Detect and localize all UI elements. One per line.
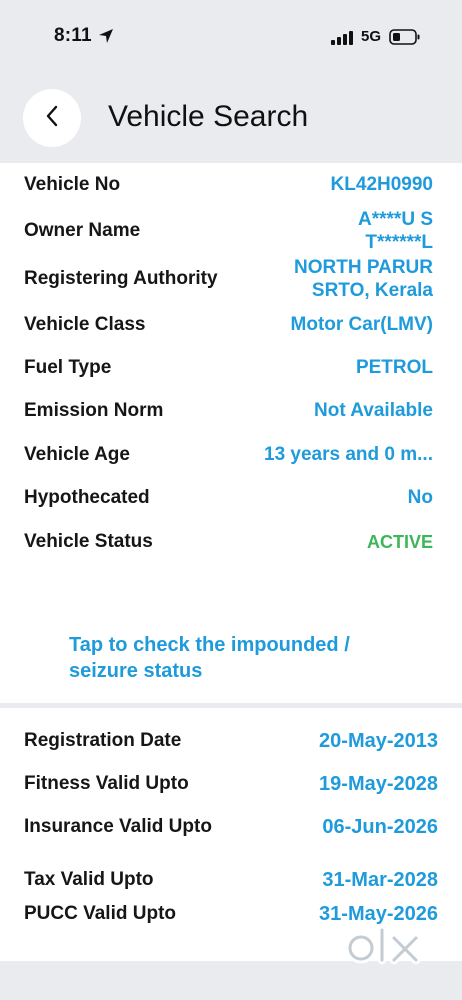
tax-valid-value: 31-Mar-2028 [322, 869, 438, 891]
registering-authority-value: NORTH PARUR SRTO, Kerala [294, 256, 433, 302]
page-title: Vehicle Search [108, 100, 309, 133]
vehicle-status-badge: ACTIVE [366, 532, 433, 552]
fuel-type-value: PETROL [355, 357, 433, 378]
fitness-valid-value: 19-May-2028 [319, 773, 438, 795]
location-arrow-icon [98, 28, 114, 49]
battery-icon [389, 29, 421, 50]
registering-authority-label: Registering Authority [24, 268, 218, 289]
owner-name-line1: A****U S [358, 209, 433, 230]
vehicle-class-label: Vehicle Class [24, 314, 146, 335]
impound-link-line2: seizure status [69, 660, 203, 682]
owner-name-line2: T******L [365, 232, 433, 253]
pucc-valid-value: 31-May-2026 [319, 903, 438, 925]
vehicle-age-label: Vehicle Age [24, 444, 130, 465]
tax-valid-label: Tax Valid Upto [24, 869, 154, 890]
registering-authority-line1: NORTH PARUR [294, 257, 433, 278]
vehicle-age-value: 13 years and 0 m... [264, 444, 433, 465]
vehicle-class-value: Motor Car(LMV) [290, 314, 433, 335]
fitness-valid-label: Fitness Valid Upto [24, 773, 189, 794]
fuel-type-label: Fuel Type [24, 357, 112, 378]
network-type: 5G [361, 28, 382, 45]
chevron-left-icon [45, 105, 59, 132]
owner-name-value: A****U S T******L [358, 208, 433, 254]
status-time: 8:11 [54, 25, 92, 46]
back-button[interactable] [23, 89, 81, 147]
cellular-signal-icon [331, 31, 353, 50]
impound-status-link[interactable]: Tap to check the impounded / seizure sta… [69, 632, 409, 684]
emission-norm-value: Not Available [314, 400, 433, 421]
hypothecated-value: No [407, 487, 433, 508]
impound-link-line1: Tap to check the impounded / [69, 634, 350, 656]
pucc-valid-label: PUCC Valid Upto [24, 903, 177, 924]
registration-date-label: Registration Date [24, 730, 182, 751]
emission-norm-label: Emission Norm [24, 400, 164, 421]
registration-date-value: 20-May-2013 [319, 730, 438, 752]
vehicle-no-label: Vehicle No [24, 174, 121, 195]
vehicle-status-label: Vehicle Status [24, 531, 153, 552]
insurance-valid-label: Insurance Valid Upto [24, 816, 212, 837]
olx-logo-icon [344, 924, 430, 975]
registering-authority-line2: SRTO, Kerala [311, 280, 433, 301]
hypothecated-label: Hypothecated [24, 487, 150, 508]
owner-name-label: Owner Name [24, 220, 141, 241]
insurance-valid-value: 06-Jun-2026 [322, 816, 438, 838]
status-bar: 8:11 5G [0, 0, 462, 72]
vehicle-no-value: KL42H0990 [330, 174, 433, 195]
